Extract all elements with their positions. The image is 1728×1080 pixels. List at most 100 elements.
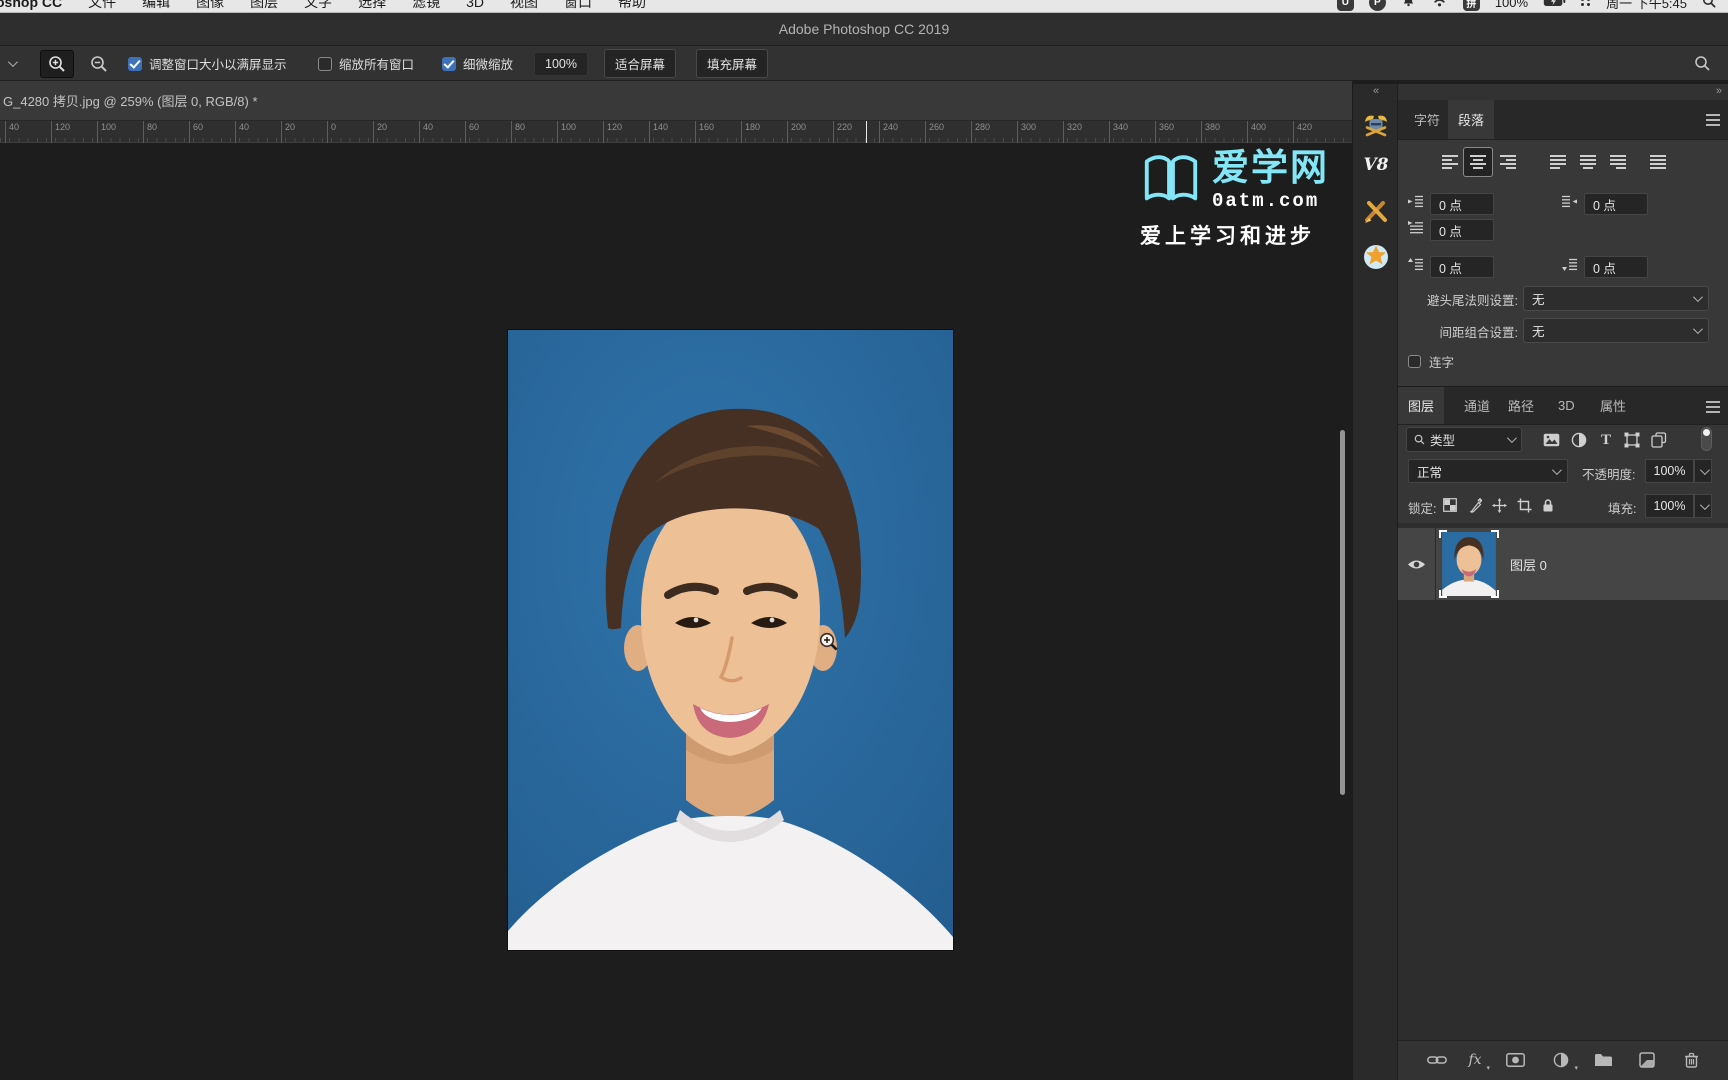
hyphenate-checkbox[interactable]: 连字 (1408, 352, 1454, 371)
mojikumi-select[interactable]: 无 (1523, 318, 1709, 343)
zoom-all-windows-checkbox[interactable]: 缩放所有窗口 (318, 46, 414, 81)
layer-thumbnail[interactable] (1439, 530, 1499, 598)
layer-list[interactable]: 图层 0 (1398, 523, 1728, 1040)
menu-view[interactable]: 视图 (510, 0, 538, 12)
spotlight-search-icon[interactable] (1702, 0, 1716, 11)
fill-value[interactable]: 100% (1645, 494, 1694, 518)
zoom-100-button[interactable]: 100% (534, 51, 588, 76)
filter-type-layers-icon[interactable]: T (1595, 429, 1617, 451)
dock-crossed-brushes-panel-icon[interactable] (1361, 196, 1391, 226)
scrubby-zoom-checkbox[interactable]: 细微缩放 (442, 46, 513, 81)
filter-adjustment-layers-icon[interactable] (1568, 429, 1590, 451)
justify-last-right-button[interactable] (1604, 148, 1632, 176)
align-left-button[interactable] (1436, 148, 1464, 176)
collapse-panels-icon[interactable]: « (1353, 85, 1397, 97)
filter-pixel-layers-icon[interactable] (1540, 429, 1562, 451)
tool-preset-chevron-icon[interactable] (7, 46, 18, 81)
lock-position-icon[interactable] (1489, 495, 1509, 515)
new-layer-icon[interactable] (1636, 1050, 1658, 1070)
blend-mode-select[interactable]: 正常 (1408, 459, 1568, 483)
left-indent-input[interactable]: 0 点 (1430, 193, 1494, 215)
layer-filter-type-select[interactable]: 类型 (1406, 427, 1522, 452)
menubar-dots-icon[interactable] (1581, 0, 1591, 6)
menu-type[interactable]: 文字 (304, 0, 332, 12)
canvas-vertical-scrollbar[interactable] (1340, 430, 1345, 795)
chevron-down-icon (1692, 324, 1703, 335)
checkbox-checked-icon[interactable] (442, 56, 456, 71)
layer-styles-fx-icon[interactable]: fx ▾ (1464, 1050, 1490, 1072)
dock-star-panel-icon[interactable] (1361, 242, 1391, 272)
lock-artboard-icon[interactable] (1514, 495, 1534, 515)
lock-image-pixels-icon[interactable] (1464, 495, 1484, 515)
expand-panels-icon[interactable]: » (1716, 85, 1722, 97)
tab-character[interactable]: 字符 (1404, 100, 1450, 139)
tab-channels[interactable]: 通道 (1454, 387, 1500, 424)
tab-properties[interactable]: 属性 (1590, 387, 1636, 424)
menu-help[interactable]: 帮助 (618, 0, 646, 12)
tab-paths[interactable]: 路径 (1498, 387, 1544, 424)
zoom-in-tool-button[interactable] (40, 49, 74, 78)
opacity-chevron[interactable] (1694, 459, 1712, 483)
checkbox-unchecked-icon[interactable] (1408, 355, 1421, 368)
lock-all-icon[interactable] (1538, 495, 1558, 515)
document-tab[interactable]: G_4280 拷贝.jpg @ 259% (图层 0, RGB/8) * (0, 81, 1352, 121)
dock-helmet-panel-icon[interactable] (1361, 110, 1391, 140)
menu-select[interactable]: 选择 (358, 0, 386, 12)
layer-visibility-toggle[interactable] (1398, 528, 1436, 600)
fill-screen-button[interactable]: 填充屏幕 (696, 49, 769, 78)
input-method-icon[interactable]: 拼 (1462, 0, 1480, 11)
new-group-folder-icon[interactable] (1592, 1050, 1614, 1070)
justify-all-button[interactable] (1644, 148, 1672, 176)
checkbox-unchecked-icon[interactable] (318, 56, 332, 71)
layer-row-selected[interactable]: 图层 0 (1398, 528, 1728, 600)
menu-image[interactable]: 图像 (196, 0, 224, 12)
search-icon[interactable] (1694, 46, 1711, 81)
menubar-u-badge-icon[interactable]: U (1336, 0, 1354, 11)
menu-3d[interactable]: 3D (466, 0, 484, 10)
menu-file[interactable]: 文件 (88, 0, 116, 12)
link-layers-icon[interactable] (1426, 1050, 1448, 1070)
filter-shape-layers-icon[interactable] (1621, 429, 1643, 451)
menu-window[interactable]: 窗口 (564, 0, 592, 12)
menu-filter[interactable]: 滤镜 (412, 0, 440, 12)
layer-name[interactable]: 图层 0 (1510, 555, 1547, 574)
paragraph-panel-menu-icon[interactable] (1706, 119, 1720, 121)
lock-transparent-pixels-icon[interactable] (1440, 495, 1460, 515)
fill-chevron[interactable] (1694, 494, 1712, 518)
add-layer-mask-icon[interactable] (1504, 1050, 1526, 1070)
dock-script-panel-icon[interactable]: V8 (1361, 150, 1391, 180)
filter-smart-object-icon[interactable] (1648, 429, 1670, 451)
menubar-p-badge-icon[interactable]: P (1368, 0, 1386, 11)
layer-filter-toggle[interactable] (1701, 427, 1712, 451)
canvas-area[interactable]: 爱学网 0atm.com 爱上学习和进步 (0, 143, 1352, 1080)
resize-window-checkbox[interactable]: 调整窗口大小以满屏显示 (128, 46, 287, 81)
app-menu-photoshop[interactable]: oshop CC (0, 0, 62, 10)
wifi-icon[interactable] (1431, 0, 1448, 10)
align-right-button[interactable] (1494, 148, 1522, 176)
tab-3d[interactable]: 3D (1548, 387, 1585, 424)
zoom-out-tool-button[interactable] (82, 50, 116, 78)
panel-dock: « V8 (1352, 84, 1398, 1080)
menu-layer[interactable]: 图层 (250, 0, 278, 12)
first-line-indent-input[interactable]: 0 点 (1430, 219, 1494, 241)
kinsoku-select[interactable]: 无 (1523, 286, 1709, 311)
layers-panel-menu-icon[interactable] (1706, 406, 1720, 408)
checkbox-checked-icon[interactable] (128, 56, 142, 71)
space-before-input[interactable]: 0 点 (1430, 256, 1494, 278)
align-center-button[interactable] (1464, 148, 1492, 176)
tab-paragraph[interactable]: 段落 (1448, 100, 1495, 139)
tab-layers[interactable]: 图层 (1398, 387, 1445, 424)
fit-screen-button[interactable]: 适合屏幕 (604, 49, 677, 78)
delete-layer-trash-icon[interactable] (1680, 1050, 1702, 1070)
space-after-input[interactable]: 0 点 (1584, 256, 1648, 278)
justify-last-left-button[interactable] (1544, 148, 1572, 176)
horizontal-ruler[interactable]: 40 120 100 80 60 40 20 0 20 40 60 80 100 120 140 160 180… (0, 121, 1352, 143)
justify-last-center-button[interactable] (1574, 148, 1602, 176)
notification-bell-icon[interactable] (1401, 0, 1416, 11)
opacity-value[interactable]: 100% (1645, 459, 1694, 483)
document-image[interactable] (508, 330, 953, 950)
new-adjustment-layer-icon[interactable]: ▾ (1550, 1050, 1578, 1072)
menubar-clock[interactable]: 周一 下午5:45 (1606, 0, 1687, 12)
menu-edit[interactable]: 编辑 (142, 0, 170, 12)
right-indent-input[interactable]: 0 点 (1584, 193, 1648, 215)
